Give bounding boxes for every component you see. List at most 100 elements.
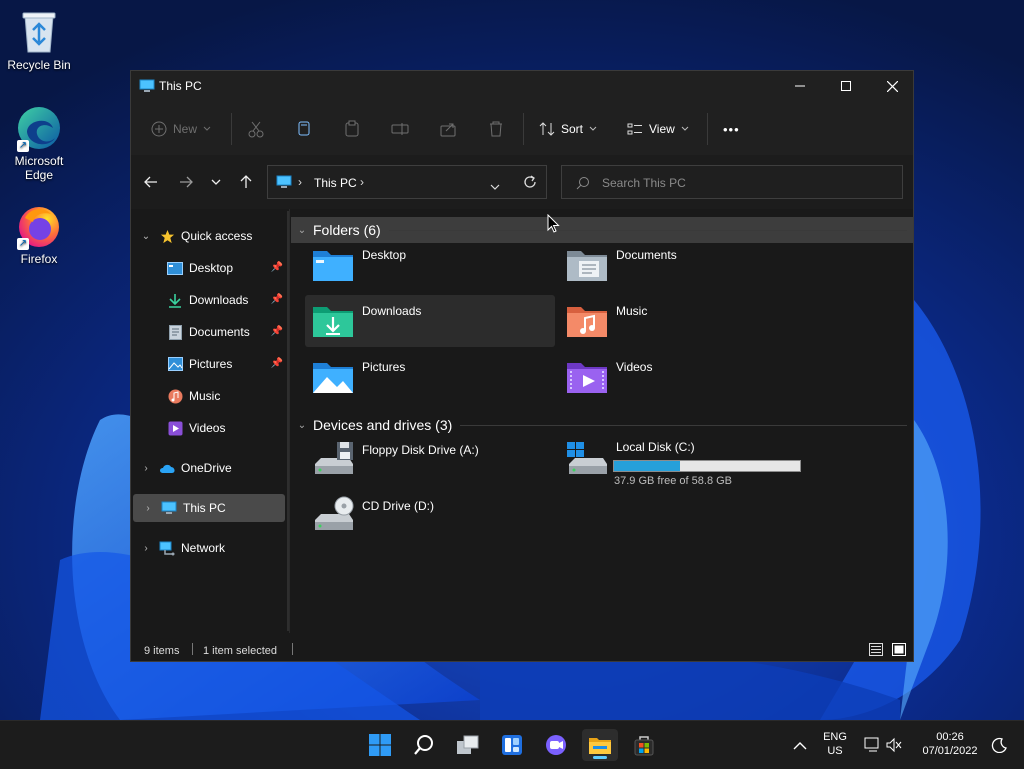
status-divider [292,643,293,655]
chevron-down-icon[interactable]: ⌄ [139,231,153,242]
folder-name: Pictures [362,360,406,374]
desktop-icon-microsoft-edge[interactable]: ↗ Microsoft Edge [0,104,78,182]
chevron-right-icon[interactable]: › [139,463,153,474]
search-box[interactable] [561,165,903,199]
more-label: ••• [723,121,740,137]
chat-button[interactable] [538,729,574,761]
drive-tile-local-disk-c[interactable]: Local Disk (C:) 37.9 GB free of 58.8 GB [559,434,809,494]
sidebar-item-downloads[interactable]: Downloads 📌 [131,286,287,314]
copy-button[interactable] [295,117,313,141]
sidebar-item-documents[interactable]: Documents 📌 [131,318,287,346]
address-history-chevron-icon[interactable] [490,178,500,196]
file-explorer-taskbar-button[interactable] [582,729,618,761]
breadcrumb-chevron-icon: › [360,175,364,189]
sidebar-item-quick-access[interactable]: ⌄ Quick access [131,222,287,250]
sort-button[interactable]: Sort [539,117,598,141]
delete-button[interactable] [487,117,505,141]
this-pc-icon [139,79,155,98]
paste-button[interactable] [343,117,361,141]
close-button[interactable] [869,71,915,101]
address-bar[interactable]: › This PC › [267,165,547,199]
toolbar-separator [707,113,708,145]
chevron-down-icon [589,126,597,131]
firefox-icon: ↗ [15,202,63,250]
search-input[interactable] [600,174,894,192]
sidebar-item-network[interactable]: › Network [131,534,287,562]
rename-button[interactable] [391,117,409,141]
navigation-pane: ⌄ Quick access Desktop 📌 Downloads 📌 Doc… [131,209,289,633]
sidebar-item-videos[interactable]: Videos [131,414,287,442]
refresh-icon[interactable] [522,174,538,195]
title-bar[interactable]: This PC [131,71,913,103]
pin-icon[interactable]: 📌 [271,326,283,337]
input-language-indicator[interactable]: ENG US [818,731,852,757]
start-button[interactable] [362,729,398,761]
large-icons-view-button[interactable] [892,643,906,659]
details-view-button[interactable] [869,643,883,659]
more-options-button[interactable]: ••• [723,117,740,141]
task-view-button[interactable] [450,729,486,761]
cut-button[interactable] [247,117,265,141]
pane-splitter[interactable] [289,209,290,633]
chevron-down-icon[interactable]: ⌄ [291,225,313,236]
maximize-button[interactable] [823,71,869,101]
task-view-icon [457,735,479,754]
pin-icon[interactable]: 📌 [271,358,283,369]
this-pc-icon [276,175,292,194]
folder-tile-downloads[interactable]: Downloads [305,295,555,347]
status-divider [192,643,193,655]
sidebar-item-label: This PC [183,501,226,515]
minimize-button[interactable] [777,71,823,101]
quick-settings-button[interactable] [860,729,906,761]
chevron-down-icon [681,126,689,131]
forward-button[interactable] [175,171,197,193]
sidebar-item-onedrive[interactable]: › OneDrive [131,454,287,482]
recent-locations-button[interactable] [205,171,227,193]
pin-icon[interactable]: 📌 [271,262,283,273]
cd-drive-icon [315,496,354,530]
arrow-up-icon [240,175,252,188]
local-disk-icon [567,442,607,474]
desktop-icon-recycle-bin[interactable]: Recycle Bin [0,8,78,72]
up-button[interactable] [235,171,257,193]
view-button[interactable]: View [627,117,690,141]
show-hidden-icons-button[interactable] [782,729,818,761]
active-app-indicator [593,756,607,759]
volume-muted-icon [886,737,902,753]
new-button[interactable]: New [151,117,212,141]
pin-icon[interactable]: 📌 [271,294,283,305]
mouse-cursor-icon [547,214,560,233]
file-explorer-icon [589,738,611,754]
shortcut-arrow-icon: ↗ [17,140,29,152]
folder-tile-music[interactable]: Music [559,295,809,347]
chevron-right-icon[interactable]: › [139,543,153,554]
sidebar-item-music[interactable]: Music [131,382,287,410]
share-button[interactable] [439,117,457,141]
details-view-icon [869,643,883,656]
sidebar-scrollbar[interactable] [287,211,289,631]
desktop-icon-firefox[interactable]: ↗ Firefox [0,202,78,266]
drive-tile-cd-d[interactable]: CD Drive (D:) [305,490,555,542]
large-icons-view-icon [892,643,906,656]
desktop-icon-label: Firefox [20,252,58,266]
folder-tile-desktop[interactable]: Desktop [305,239,555,291]
sidebar-item-this-pc[interactable]: › This PC [133,494,285,522]
desktop-icon-label-line1: Microsoft [14,154,64,168]
widgets-button[interactable] [494,729,530,761]
breadcrumb-this-pc[interactable]: This PC [314,176,357,190]
back-button[interactable] [140,171,162,193]
folder-tile-videos[interactable]: Videos [559,351,809,403]
drive-tile-floppy[interactable]: Floppy Disk Drive (A:) [305,434,555,486]
chevron-right-icon[interactable]: › [141,503,155,514]
maximize-icon [841,81,851,91]
sidebar-item-desktop[interactable]: Desktop 📌 [131,254,287,282]
microsoft-store-button[interactable] [626,729,662,761]
widgets-icon [502,735,522,755]
taskbar-search-button[interactable] [406,729,442,761]
folder-tile-pictures[interactable]: Pictures [305,351,555,403]
chevron-down-icon[interactable]: ⌄ [291,420,313,431]
clock[interactable]: 00:26 07/01/2022 [914,731,986,757]
notification-center-button[interactable] [986,729,1012,761]
folder-tile-documents[interactable]: Documents [559,239,809,291]
sidebar-item-pictures[interactable]: Pictures 📌 [131,350,287,378]
